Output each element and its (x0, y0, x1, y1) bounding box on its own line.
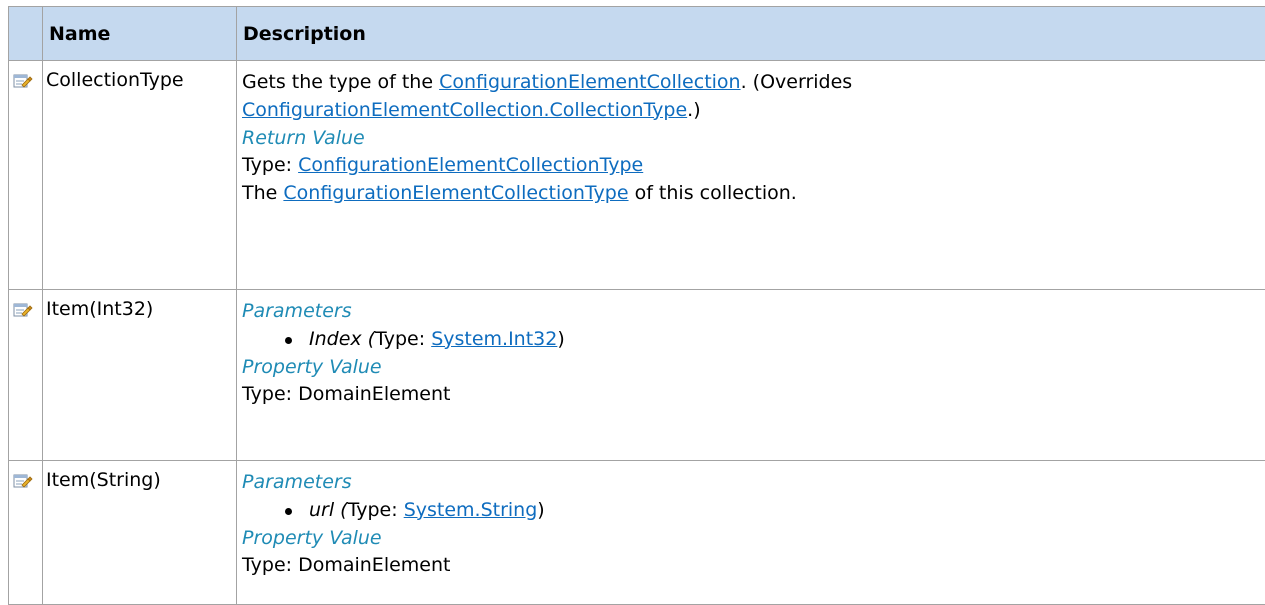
parameter-list: Index (Type: System.Int32) (242, 326, 1265, 354)
member-name: CollectionType (43, 61, 237, 290)
overrides-collection-type-link[interactable]: ConfigurationElementCollection.Collectio… (242, 99, 687, 121)
property-value-type: Type: DomainElement (242, 552, 1265, 580)
member-description: Parameters url (Type: System.String) Pro… (237, 461, 1265, 605)
table-row: CollectionType Gets the type of the Conf… (9, 61, 1265, 290)
icon-cell (9, 461, 43, 605)
member-description: Parameters Index (Type: System.Int32) Pr… (237, 290, 1265, 461)
parameter-type-link[interactable]: System.String (404, 499, 538, 521)
member-name: Item(String) (43, 461, 237, 605)
return-remark: The ConfigurationElementCollectionType o… (242, 180, 1265, 208)
member-name: Item(Int32) (43, 290, 237, 461)
return-type-link[interactable]: ConfigurationElementCollectionType (298, 154, 643, 176)
return-type-line: Type: ConfigurationElementCollectionType (242, 152, 1265, 180)
summary-text: Gets the type of the ConfigurationElemen… (242, 69, 1265, 125)
parameter-list: url (Type: System.String) (242, 497, 1265, 525)
parameter-open-paren: ( (334, 499, 347, 521)
property-icon (13, 301, 33, 319)
configuration-element-collection-link[interactable]: ConfigurationElementCollection (439, 71, 741, 93)
table-row: Item(Int32) Parameters Index (Type: Syst… (9, 290, 1265, 461)
members-table: Name Description CollectionType Gets the… (8, 6, 1265, 605)
parameter-name: Index (309, 328, 362, 350)
parameter-type-link[interactable]: System.Int32 (431, 328, 557, 350)
description-column-header: Description (237, 7, 1265, 61)
remark-suffix: of this collection. (629, 182, 797, 204)
property-value-type: Type: DomainElement (242, 381, 1265, 409)
summary-suffix: .) (687, 99, 700, 121)
icon-cell (9, 290, 43, 461)
parameters-heading: Parameters (242, 298, 1265, 326)
parameters-heading: Parameters (242, 469, 1265, 497)
parameter-close-paren: ) (537, 499, 544, 521)
icon-cell (9, 61, 43, 290)
icon-column-header (9, 7, 43, 61)
type-prefix: Type: (242, 154, 298, 176)
return-value-heading: Return Value (242, 125, 1265, 153)
table-header-row: Name Description (9, 7, 1265, 61)
member-description: Gets the type of the ConfigurationElemen… (237, 61, 1265, 290)
table-row: Item(String) Parameters url (Type: Syste… (9, 461, 1265, 605)
parameter-type-prefix: Type: (348, 499, 404, 521)
list-item: url (Type: System.String) (242, 497, 1265, 525)
summary-middle: . (Overrides (741, 71, 853, 93)
parameter-name: url (309, 499, 334, 521)
parameter-open-paren: ( (362, 328, 375, 350)
remark-type-link[interactable]: ConfigurationElementCollectionType (283, 182, 628, 204)
property-icon (13, 72, 33, 90)
summary-prefix: Gets the type of the (242, 71, 439, 93)
property-value-heading: Property Value (242, 525, 1265, 553)
list-item: Index (Type: System.Int32) (242, 326, 1265, 354)
remark-prefix: The (242, 182, 283, 204)
parameter-type-prefix: Type: (375, 328, 431, 350)
property-value-heading: Property Value (242, 354, 1265, 382)
parameter-close-paren: ) (557, 328, 564, 350)
property-icon (13, 472, 33, 490)
name-column-header: Name (43, 7, 237, 61)
